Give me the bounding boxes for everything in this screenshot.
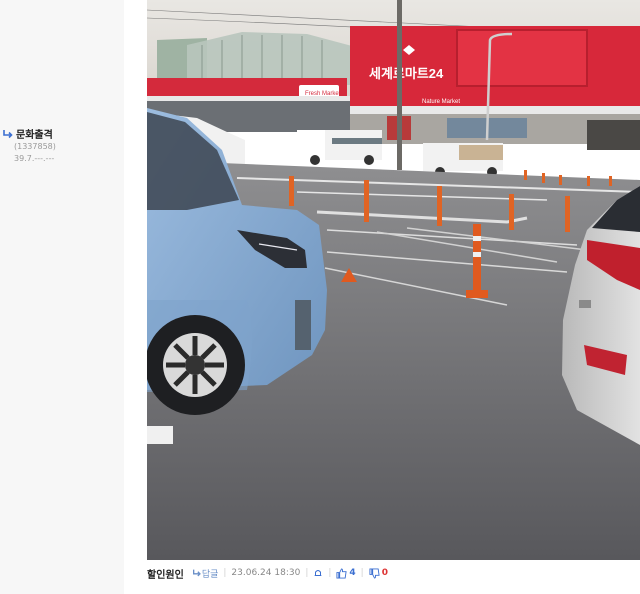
road-mark	[147, 426, 173, 444]
post-photo[interactable]: Fresh Market 세계로마트24 Nature Market	[147, 0, 640, 560]
reply-arrow-icon	[3, 129, 13, 138]
separator: |	[328, 568, 332, 578]
like-count: 4	[349, 568, 356, 578]
nature-market-sign: Nature Market	[422, 99, 460, 105]
reply-link[interactable]: 답글	[192, 567, 219, 580]
reply-author-block: 문화출격 (1337858) 39.7.---.---	[2, 126, 56, 165]
utility-pole	[397, 0, 402, 170]
dislike-count: 0	[381, 568, 388, 578]
reply-author-ip: 39.7.---.---	[14, 154, 55, 163]
thumbs-up-icon	[336, 567, 348, 579]
divider-gap	[124, 0, 147, 594]
separator: |	[223, 568, 227, 578]
reply-link-label: 답글	[201, 569, 219, 580]
left-sidebar: 문화출격 (1337858) 39.7.---.---	[0, 0, 124, 594]
post-author[interactable]: 할인원인	[147, 566, 184, 581]
post-footer: 할인원인 답글 | 23.06.24 18:30 | | 4 | 0	[147, 562, 640, 584]
reply-author-id: (1337858)	[14, 142, 56, 151]
dislike-button[interactable]: 0	[369, 567, 388, 579]
notification-bell-icon[interactable]	[313, 568, 323, 578]
separator: |	[305, 568, 309, 578]
like-button[interactable]: 4	[336, 567, 356, 579]
store-sign: 세계로마트24	[369, 66, 444, 81]
thumbs-down-icon	[369, 567, 380, 579]
post-datetime: 23.06.24 18:30	[231, 568, 301, 578]
reply-author-name[interactable]: 문화출격	[16, 126, 53, 141]
separator: |	[360, 568, 364, 578]
reply-arrow-icon	[192, 569, 201, 577]
